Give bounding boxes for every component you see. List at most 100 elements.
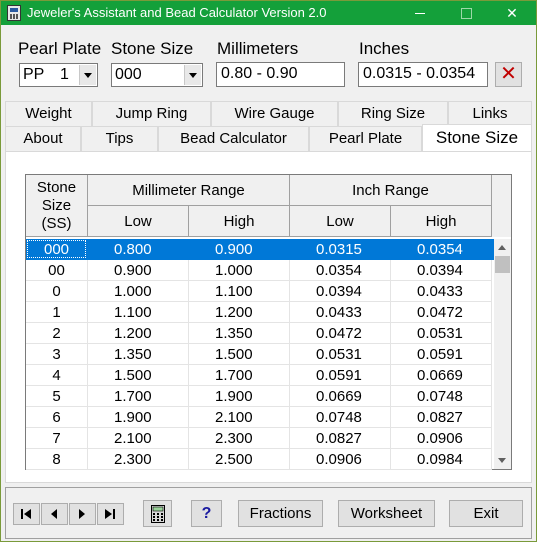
cell-mm-low[interactable]: 2.100 xyxy=(88,428,189,449)
cell-stone-size[interactable]: 2 xyxy=(26,323,88,344)
cell-in-high[interactable]: 0.0748 xyxy=(391,386,492,407)
cell-mm-low[interactable]: 1.100 xyxy=(88,302,189,323)
fractions-button[interactable]: Fractions xyxy=(238,500,323,527)
tab-about[interactable]: About xyxy=(5,126,81,151)
cell-stone-size[interactable]: 0 xyxy=(26,281,88,302)
exit-button[interactable]: Exit xyxy=(449,500,523,527)
minimize-button[interactable] xyxy=(397,1,443,25)
cell-stone-size[interactable]: 5 xyxy=(26,386,88,407)
table-row[interactable]: 000 0.800 0.900 0.0315 0.0354 xyxy=(26,239,496,260)
cell-in-high[interactable]: 0.0669 xyxy=(391,365,492,386)
tab-stone-size[interactable]: Stone Size xyxy=(422,124,532,151)
pearl-plate-select[interactable]: PP 1 xyxy=(19,63,98,87)
cell-in-low[interactable]: 0.0748 xyxy=(290,407,391,428)
cell-mm-low[interactable]: 0.900 xyxy=(88,260,189,281)
cell-in-high[interactable]: 0.0531 xyxy=(391,323,492,344)
scroll-thumb[interactable] xyxy=(495,256,510,273)
cell-in-low[interactable]: 0.0591 xyxy=(290,365,391,386)
table-row[interactable]: 8 2.300 2.500 0.0906 0.0984 xyxy=(26,449,496,470)
cell-mm-low[interactable]: 1.000 xyxy=(88,281,189,302)
last-record-button[interactable] xyxy=(97,503,124,525)
clear-button[interactable]: ✕ xyxy=(495,62,522,87)
table-row[interactable]: 3 1.350 1.500 0.0531 0.0591 xyxy=(26,344,496,365)
cell-stone-size[interactable]: 000 xyxy=(26,239,88,260)
stone-size-table[interactable]: Stone Size (SS) Millimeter Range Inch Ra… xyxy=(25,174,512,470)
table-row[interactable]: 5 1.700 1.900 0.0669 0.0748 xyxy=(26,386,496,407)
cell-mm-high[interactable]: 2.500 xyxy=(189,449,290,470)
cell-stone-size[interactable]: 00 xyxy=(26,260,88,281)
cell-in-high[interactable]: 0.0827 xyxy=(391,407,492,428)
cell-mm-high[interactable]: 1.500 xyxy=(189,344,290,365)
title-bar[interactable]: Jeweler's Assistant and Bead Calculator … xyxy=(1,1,536,25)
cell-in-high[interactable]: 0.0433 xyxy=(391,281,492,302)
cell-stone-size[interactable]: 4 xyxy=(26,365,88,386)
help-button[interactable]: ? xyxy=(191,500,222,527)
cell-stone-size[interactable]: 6 xyxy=(26,407,88,428)
prev-record-button[interactable] xyxy=(41,503,68,525)
cell-in-low[interactable]: 0.0394 xyxy=(290,281,391,302)
tab-weight[interactable]: Weight xyxy=(5,101,92,126)
cell-in-low[interactable]: 0.0433 xyxy=(290,302,391,323)
table-row[interactable]: 4 1.500 1.700 0.0591 0.0669 xyxy=(26,365,496,386)
cell-mm-low[interactable]: 2.300 xyxy=(88,449,189,470)
cell-mm-high[interactable]: 1.000 xyxy=(189,260,290,281)
cell-in-low[interactable]: 0.0827 xyxy=(290,428,391,449)
col-header-mm-low[interactable]: Low xyxy=(88,206,189,237)
cell-mm-low[interactable]: 1.900 xyxy=(88,407,189,428)
cell-mm-high[interactable]: 2.100 xyxy=(189,407,290,428)
inches-field[interactable]: 0.0315 - 0.0354 xyxy=(358,62,488,87)
close-button[interactable]: ✕ xyxy=(489,1,535,25)
cell-mm-low[interactable]: 1.700 xyxy=(88,386,189,407)
millimeters-field[interactable]: 0.80 - 0.90 xyxy=(216,62,345,87)
cell-mm-low[interactable]: 1.350 xyxy=(88,344,189,365)
tab-wire-gauge[interactable]: Wire Gauge xyxy=(211,101,338,126)
cell-stone-size[interactable]: 7 xyxy=(26,428,88,449)
table-row[interactable]: 00 0.900 1.000 0.0354 0.0394 xyxy=(26,260,496,281)
cell-mm-high[interactable]: 2.300 xyxy=(189,428,290,449)
cell-in-low[interactable]: 0.0354 xyxy=(290,260,391,281)
table-row[interactable]: 7 2.100 2.300 0.0827 0.0906 xyxy=(26,428,496,449)
scroll-up-icon[interactable] xyxy=(494,239,511,256)
cell-stone-size[interactable]: 1 xyxy=(26,302,88,323)
scroll-down-icon[interactable] xyxy=(494,452,511,469)
cell-mm-high[interactable]: 1.900 xyxy=(189,386,290,407)
worksheet-button[interactable]: Worksheet xyxy=(338,500,435,527)
col-header-stone-size[interactable]: Stone Size (SS) xyxy=(26,175,88,237)
stone-size-select[interactable]: 000 xyxy=(111,63,203,87)
table-row[interactable]: 1 1.100 1.200 0.0433 0.0472 xyxy=(26,302,496,323)
cell-in-high[interactable]: 0.0472 xyxy=(391,302,492,323)
cell-mm-high[interactable]: 1.200 xyxy=(189,302,290,323)
tab-bead-calculator[interactable]: Bead Calculator xyxy=(158,126,309,151)
cell-mm-high[interactable]: 1.100 xyxy=(189,281,290,302)
next-record-button[interactable] xyxy=(69,503,96,525)
cell-in-high[interactable]: 0.0354 xyxy=(391,239,492,260)
tab-jump-ring[interactable]: Jump Ring xyxy=(92,101,211,126)
table-row[interactable]: 6 1.900 2.100 0.0748 0.0827 xyxy=(26,407,496,428)
cell-stone-size[interactable]: 3 xyxy=(26,344,88,365)
cell-mm-high[interactable]: 0.900 xyxy=(189,239,290,260)
table-row[interactable]: 0 1.000 1.100 0.0394 0.0433 xyxy=(26,281,496,302)
cell-mm-low[interactable]: 0.800 xyxy=(88,239,189,260)
table-row[interactable]: 2 1.200 1.350 0.0472 0.0531 xyxy=(26,323,496,344)
cell-in-low[interactable]: 0.0531 xyxy=(290,344,391,365)
tab-pearl-plate[interactable]: Pearl Plate xyxy=(309,126,422,151)
chevron-down-icon[interactable] xyxy=(184,65,201,85)
tab-ring-size[interactable]: Ring Size xyxy=(338,101,448,126)
chevron-down-icon[interactable] xyxy=(79,65,96,85)
cell-in-low[interactable]: 0.0315 xyxy=(290,239,391,260)
cell-stone-size[interactable]: 8 xyxy=(26,449,88,470)
cell-in-high[interactable]: 0.0984 xyxy=(391,449,492,470)
cell-mm-low[interactable]: 1.200 xyxy=(88,323,189,344)
cell-in-low[interactable]: 0.0906 xyxy=(290,449,391,470)
col-header-in-high[interactable]: High xyxy=(391,206,492,237)
cell-in-low[interactable]: 0.0669 xyxy=(290,386,391,407)
tab-links[interactable]: Links xyxy=(448,101,532,126)
cell-mm-high[interactable]: 1.350 xyxy=(189,323,290,344)
col-header-mm-high[interactable]: High xyxy=(189,206,290,237)
maximize-button[interactable] xyxy=(443,1,489,25)
tab-tips[interactable]: Tips xyxy=(81,126,158,151)
vertical-scrollbar[interactable] xyxy=(494,239,511,469)
cell-in-high[interactable]: 0.0591 xyxy=(391,344,492,365)
cell-in-high[interactable]: 0.0906 xyxy=(391,428,492,449)
cell-in-low[interactable]: 0.0472 xyxy=(290,323,391,344)
